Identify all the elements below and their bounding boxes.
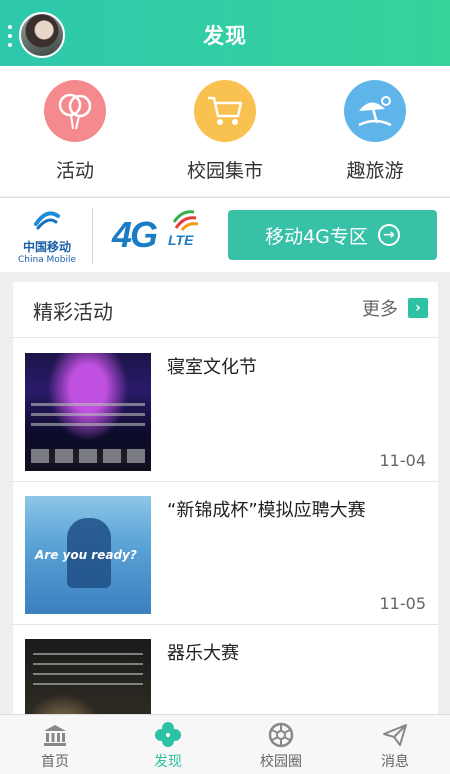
quick-nav-travel[interactable]: 趣旅游 — [315, 80, 435, 183]
tab-home[interactable]: 首页 — [0, 721, 110, 771]
page-title: 发现 — [203, 24, 247, 48]
divider — [92, 208, 93, 264]
aperture-icon — [226, 721, 336, 749]
tab-campus-circle[interactable]: 校园圈 — [226, 721, 336, 771]
bottom-tab-bar: 首页 发现 校园圈 消息 — [0, 714, 450, 774]
section-title: 精彩活动 — [33, 300, 113, 324]
quick-nav-market[interactable]: 校园集市 — [165, 80, 285, 183]
activity-card-header: 精彩活动 更多 › — [13, 282, 438, 338]
activity-date: 11-04 — [379, 451, 427, 470]
quick-nav: 活动 校园集市 趣旅游 — [0, 66, 450, 196]
tab-discover[interactable]: 发现 — [113, 721, 223, 771]
mobile-4g-zone-button[interactable]: 移动4G专区 → — [228, 210, 437, 260]
quick-nav-label: 校园集市 — [186, 160, 263, 182]
activity-thumbnail — [25, 353, 151, 471]
activity-title: “新锦成杯”模拟应聘大赛 — [167, 500, 366, 521]
quick-nav-label: 趣旅游 — [346, 160, 404, 182]
clover-icon — [113, 721, 223, 749]
tab-messages[interactable]: 消息 — [340, 721, 450, 771]
activity-thumbnail: Are you ready? — [25, 496, 151, 614]
activity-thumbnail — [25, 639, 151, 722]
quick-nav-label: 活动 — [55, 160, 94, 182]
activity-date: 11-05 — [379, 594, 427, 613]
china-mobile-logo: 中国移动 China Mobile — [12, 206, 82, 266]
shopping-cart-icon — [194, 80, 256, 142]
4g-lte-logo: 4G LTE — [112, 210, 212, 260]
activity-card: 精彩活动 更多 › 寝室文化节 11-04 Are you ready? “新锦… — [13, 282, 438, 722]
mobile-4g-banner: 中国移动 China Mobile 4G LTE 移动4G专区 → — [0, 197, 450, 272]
activity-item[interactable]: Are you ready? “新锦成杯”模拟应聘大赛 11-05 — [13, 482, 438, 625]
beach-umbrella-icon — [344, 80, 406, 142]
arrow-right-icon: → — [377, 224, 400, 246]
paper-plane-icon — [340, 721, 450, 749]
balloon-icon — [44, 80, 106, 142]
bank-icon — [0, 721, 110, 749]
activity-item[interactable]: 器乐大赛 — [13, 625, 438, 722]
more-button[interactable]: 更多 › — [362, 295, 428, 321]
app-header: 发现 — [0, 0, 450, 66]
activity-title: 器乐大赛 — [167, 643, 239, 664]
quick-nav-activity[interactable]: 活动 — [15, 80, 135, 183]
activity-item[interactable]: 寝室文化节 11-04 — [13, 339, 438, 482]
activity-title: 寝室文化节 — [167, 357, 257, 378]
chevron-right-icon: › — [408, 298, 428, 318]
